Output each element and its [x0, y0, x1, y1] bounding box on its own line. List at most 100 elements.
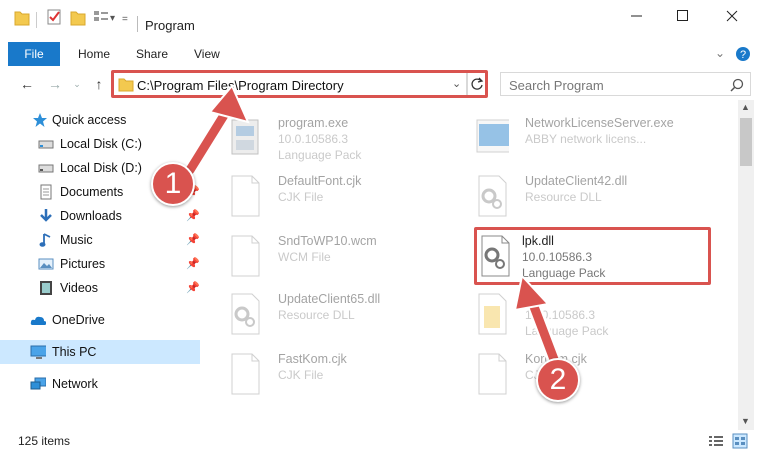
file-icon	[231, 235, 260, 277]
search-box[interactable]: Search Program	[500, 72, 751, 96]
file-detail: 10.0.10586.3	[525, 308, 596, 322]
music-icon	[39, 233, 51, 247]
back-button[interactable]: ←	[18, 75, 36, 93]
file-item[interactable]: UpdateClient65.dll Resource DLL	[228, 288, 478, 348]
minimize-icon	[631, 15, 642, 17]
file-detail: Resource DLL	[525, 190, 602, 204]
step-2-badge: 2	[536, 358, 580, 402]
file-item[interactable]: DefaultFont.cjk CJK File	[228, 170, 478, 230]
nav-onedrive[interactable]: OneDrive	[0, 308, 200, 332]
title-bar: ▾ = Program	[0, 0, 769, 33]
title-divider	[137, 16, 138, 32]
file-item[interactable]: FastKom.cjk CJK File	[228, 348, 478, 408]
file-name: FastKom.cjk	[278, 352, 347, 366]
file-icon	[231, 175, 260, 217]
folder-icon	[14, 11, 30, 26]
item-count: 125 items	[18, 434, 71, 448]
tab-view[interactable]: View	[194, 47, 220, 61]
file-highlight	[474, 227, 711, 285]
maximize-button[interactable]	[660, 0, 706, 32]
nav-item-label: Local Disk (C:)	[60, 137, 142, 151]
scroll-up-icon[interactable]: ▲	[741, 102, 750, 112]
file-detail: 10.0.10586.3	[278, 132, 349, 146]
documents-icon	[40, 184, 52, 200]
back-arrow-icon: ←	[20, 76, 34, 92]
file-detail: Language Pack	[525, 324, 609, 338]
onedrive-icon	[30, 316, 46, 325]
up-button[interactable]: ↑	[90, 75, 108, 93]
nav-music[interactable]: Music 📌	[0, 228, 200, 252]
file-item[interactable]: program.exe 10.0.10586.3 Language Pack	[228, 112, 478, 172]
close-icon	[726, 10, 738, 22]
file-name: UpdateClient65.dll	[278, 292, 381, 306]
nav-local-disk-c[interactable]: Local Disk (C:)	[0, 132, 200, 156]
customize-toolbar-icon[interactable]: =	[122, 14, 128, 25]
file-name: NetworkLicenseServer.exe	[525, 116, 674, 130]
pin-icon: 📌	[186, 234, 200, 246]
scroll-down-icon[interactable]: ▼	[741, 416, 750, 426]
address-dropdown-icon[interactable]: ⌄	[452, 77, 461, 90]
help-icon[interactable]: ?	[735, 46, 751, 62]
file-detail: CJK File	[278, 368, 324, 382]
chevron-down-icon[interactable]: ▾	[110, 13, 115, 24]
file-name: program.exe	[278, 116, 349, 130]
ribbon: File Home Share View ⌄ ?	[0, 42, 769, 66]
nav-item-label: Local Disk (D:)	[60, 161, 142, 175]
navigation-pane: Quick access Local Disk (C:) Local Disk …	[0, 108, 210, 428]
file-item[interactable]: NetworkLicenseServer.exe ABBY network li…	[475, 112, 725, 172]
pin-icon: 📌	[186, 258, 200, 270]
dll-gear-icon	[231, 293, 260, 335]
nav-videos[interactable]: Videos 📌	[0, 276, 200, 300]
nav-pictures[interactable]: Pictures 📌	[0, 252, 200, 276]
properties-icon[interactable]	[46, 8, 62, 26]
file-name: SndToWP10.wcm	[278, 234, 377, 248]
tiles-view-icon[interactable]	[732, 433, 748, 449]
pin-icon: 📌	[186, 282, 200, 294]
tab-share[interactable]: Share	[136, 47, 168, 61]
nav-this-pc-label: This PC	[52, 345, 97, 359]
address-path: C:\Program Files\Program Directory	[137, 78, 344, 93]
vertical-scrollbar[interactable]: ▲ ▼	[738, 100, 754, 430]
address-bar[interactable]: C:\Program Files\Program Directory ⌄	[113, 72, 468, 96]
refresh-button[interactable]	[466, 72, 488, 96]
address-row: ← → ⌄ ↑ C:\Program Files\Program Directo…	[0, 70, 769, 98]
folder-icon	[118, 78, 134, 92]
expand-ribbon-icon[interactable]: ⌄	[715, 46, 725, 60]
file-item[interactable]: Korcom.cjk CJK File	[475, 348, 725, 408]
nav-quick-access-label: Quick access	[52, 113, 127, 127]
nav-downloads[interactable]: Downloads 📌	[0, 204, 200, 228]
chevron-down-icon: ⌄	[73, 78, 81, 89]
nav-network-label: Network	[52, 377, 98, 391]
nav-network[interactable]: Network	[0, 372, 200, 396]
setup-icon	[231, 119, 259, 155]
nav-this-pc[interactable]: This PC	[0, 340, 200, 364]
step-1-badge: 1	[151, 162, 195, 206]
nav-onedrive-label: OneDrive	[52, 313, 105, 327]
forward-button[interactable]: →	[46, 75, 64, 93]
forward-arrow-icon: →	[48, 76, 62, 92]
dll-gear-icon	[478, 175, 507, 217]
downloads-icon	[40, 209, 52, 222]
file-item[interactable]: SndToWP10.wcm WCM File	[228, 230, 478, 290]
nav-item-label: Downloads	[60, 209, 122, 223]
maximize-icon	[677, 10, 688, 21]
new-folder-icon[interactable]	[70, 8, 86, 26]
file-item[interactable]: 10.0.10586.3 Language Pack	[475, 288, 725, 348]
nav-item-label: Music	[60, 233, 93, 247]
star-icon	[33, 113, 47, 127]
tab-home[interactable]: Home	[78, 47, 110, 61]
scroll-thumb[interactable]	[740, 118, 752, 166]
file-item[interactable]: UpdateClient42.dll Resource DLL	[475, 170, 725, 230]
refresh-icon	[471, 77, 484, 90]
recent-locations-button[interactable]: ⌄	[68, 75, 86, 93]
status-bar: 125 items	[0, 430, 769, 452]
close-button[interactable]	[709, 0, 755, 32]
up-arrow-icon: ↑	[95, 76, 103, 92]
nav-item-label: Videos	[60, 281, 98, 295]
details-view-icon[interactable]	[708, 434, 724, 448]
file-detail: Resource DLL	[278, 308, 355, 322]
view-options-icon[interactable]	[92, 8, 110, 26]
nav-quick-access[interactable]: Quick access	[0, 108, 200, 132]
minimize-button[interactable]	[614, 0, 660, 32]
tab-file[interactable]: File	[8, 42, 60, 66]
